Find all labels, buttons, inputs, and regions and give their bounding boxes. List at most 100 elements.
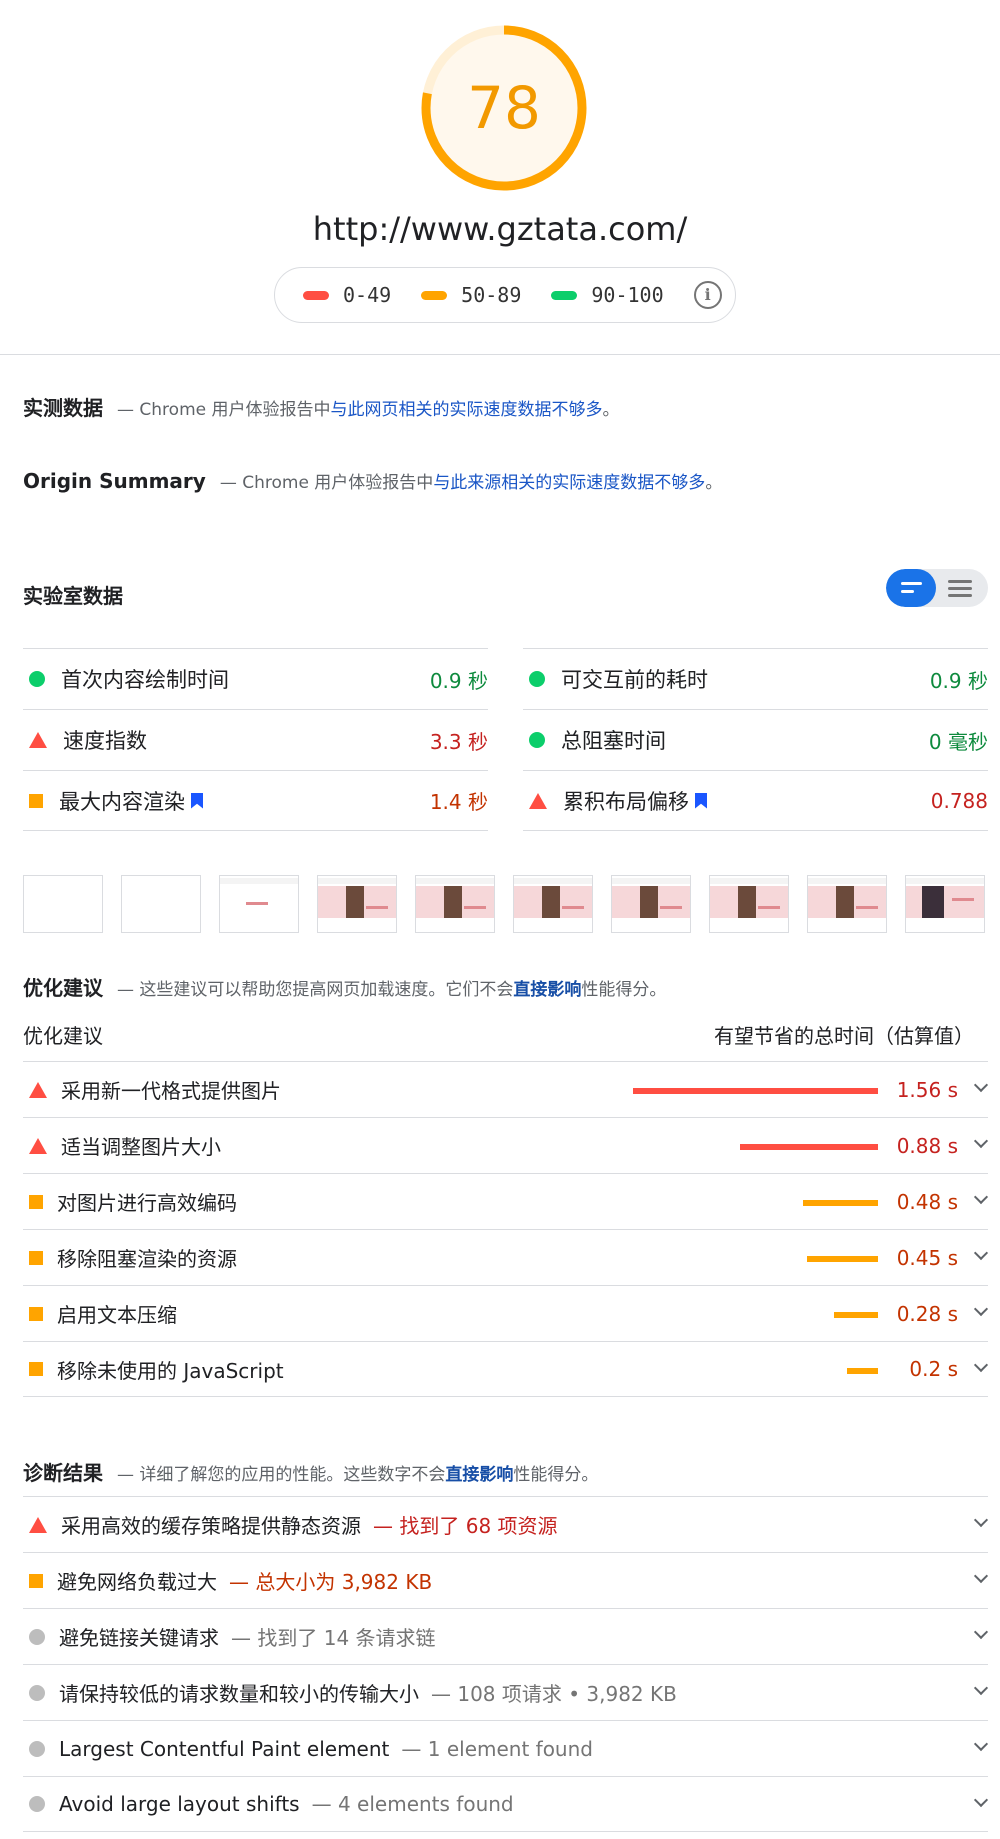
score-legend: 0-49 50-89 90-100 i: [274, 267, 736, 323]
metric-row: 最大内容渲染 1.4 秒: [23, 770, 488, 831]
toggle-detail-view[interactable]: [936, 569, 988, 607]
metric-label-wrap: 累积布局偏移: [563, 786, 931, 816]
legend-average-range: 50-89: [461, 283, 522, 307]
origin-summary-link[interactable]: 与此来源相关的实际速度数据不够多: [433, 473, 705, 493]
savings-bar: [834, 1312, 878, 1318]
bookmark-icon: [191, 792, 203, 809]
opportunity-row[interactable]: 移除阻塞渲染的资源 0.45 s: [23, 1229, 989, 1285]
origin-summary-heading: Origin Summary — Chrome 用户体验报告中与此来源相关的实际…: [23, 468, 722, 493]
diagnostic-row[interactable]: 采用高效的缓存策略提供静态资源 — 找到了 68 项资源: [23, 1496, 989, 1552]
metric-row: 可交互前的耗时 0.9 秒: [523, 648, 988, 709]
diagnostic-label: 避免链接关键请求: [59, 1626, 219, 1650]
chevron-down-icon[interactable]: [973, 1736, 989, 1752]
opportunities-desc: — 这些建议可以帮助您提高网页加载速度。它们不会直接影响性能得分。: [117, 975, 666, 1000]
diagnostic-row[interactable]: Avoid large layout shifts — 4 elements f…: [23, 1776, 989, 1832]
metrics-column-right: 可交互前的耗时 0.9 秒 总阻塞时间 0 毫秒 累积布局偏移 0.788: [523, 648, 988, 831]
pass-indicator-icon: [529, 671, 545, 687]
savings-bar: [633, 1088, 878, 1094]
opportunities-title: 优化建议: [23, 976, 103, 1000]
toggle-summary-view[interactable]: [886, 569, 936, 607]
metric-row: 总阻塞时间 0 毫秒: [523, 709, 988, 770]
metric-label: 最大内容渲染: [59, 789, 185, 814]
filmstrip-frame: [905, 875, 985, 933]
diagnostics-desc-suffix: 性能得分。: [513, 1465, 599, 1485]
diagnostics-link[interactable]: 直接影响: [445, 1465, 513, 1485]
pass-indicator-icon: [529, 732, 545, 748]
field-data-desc-suffix: 。: [602, 400, 620, 420]
diagnostic-label: 请保持较低的请求数量和较小的传输大小: [59, 1682, 419, 1706]
opportunities-desc-suffix: 性能得分。: [581, 980, 667, 1000]
bookmark-icon: [695, 792, 707, 809]
average-indicator-icon: [29, 1194, 43, 1209]
opportunity-row[interactable]: 采用新一代格式提供图片 1.56 s: [23, 1061, 989, 1117]
chevron-down-icon[interactable]: [973, 1680, 989, 1696]
metric-label: 速度指数: [63, 729, 147, 753]
fail-indicator-icon: [29, 1137, 47, 1154]
diagnostic-detail: — 108 项请求 • 3,982 KB: [431, 1682, 677, 1706]
origin-summary-title: Origin Summary: [23, 469, 206, 493]
info-indicator-icon: [29, 1628, 45, 1645]
savings-bar: [802, 1200, 878, 1206]
field-data-title: 实测数据: [23, 396, 103, 420]
diagnostic-row[interactable]: 请保持较低的请求数量和较小的传输大小 — 108 项请求 • 3,982 KB: [23, 1664, 989, 1720]
chevron-down-icon[interactable]: [973, 1624, 989, 1640]
chevron-down-icon[interactable]: [973, 1568, 989, 1584]
diagnostic-detail: — 4 elements found: [311, 1792, 514, 1816]
filmstrip-frame: [709, 875, 789, 933]
info-indicator-icon: [29, 1796, 45, 1812]
opportunity-row[interactable]: 对图片进行高效编码 0.48 s: [23, 1173, 989, 1229]
opportunity-savings: 0.28 s: [896, 1301, 958, 1326]
pass-indicator-icon: [29, 671, 45, 687]
field-data-link[interactable]: 与此网页相关的实际速度数据不够多: [331, 400, 603, 420]
opportunity-row[interactable]: 移除未使用的 JavaScript 0.2 s: [23, 1341, 989, 1397]
fail-indicator-icon: [29, 1516, 47, 1533]
filmstrip-frame: [611, 875, 691, 933]
diagnostic-detail: — 找到了 68 项资源: [373, 1514, 558, 1538]
diagnostic-detail: — 找到了 14 条请求链: [231, 1626, 436, 1650]
opportunities-link[interactable]: 直接影响: [513, 980, 581, 1000]
info-icon[interactable]: i: [693, 281, 722, 309]
diagnostic-label: Avoid large layout shifts: [59, 1792, 300, 1816]
diagnostic-row[interactable]: 避免网络负载过大 — 总大小为 3,982 KB: [23, 1552, 989, 1608]
diagnostics-desc-prefix: — 详细了解您的应用的性能。这些数字不会: [117, 1465, 446, 1485]
diagnostic-row[interactable]: 避免链接关键请求 — 找到了 14 条请求链: [23, 1608, 989, 1664]
metrics-view-toggle[interactable]: [886, 569, 988, 607]
average-indicator-icon: [29, 1573, 43, 1588]
field-data-desc-prefix: — Chrome 用户体验报告中: [117, 400, 331, 420]
fail-indicator-icon: [529, 792, 547, 809]
filmstrip-frame: [807, 875, 887, 933]
savings-bar: [807, 1256, 878, 1262]
chevron-down-icon[interactable]: [973, 1512, 989, 1528]
info-indicator-icon: [29, 1684, 45, 1701]
diagnostic-label: Largest Contentful Paint element: [59, 1736, 390, 1761]
field-data-desc: — Chrome 用户体验报告中与此网页相关的实际速度数据不够多。: [117, 395, 620, 420]
metric-label: 累积布局偏移: [563, 789, 689, 814]
opportunity-row[interactable]: 启用文本压缩 0.28 s: [23, 1285, 989, 1341]
legend-fail-range: 0-49: [343, 283, 392, 307]
diagnostic-row[interactable]: Largest Contentful Paint element — 1 ele…: [23, 1720, 989, 1776]
opportunities-list: 采用新一代格式提供图片 1.56 s 适当调整图片大小 0.88 s 对图片进行…: [23, 1061, 989, 1397]
metric-label: 可交互前的耗时: [561, 668, 708, 692]
metric-label-wrap: 最大内容渲染: [59, 786, 430, 816]
legend-fail-swatch: [303, 290, 329, 300]
opportunity-savings: 0.48 s: [896, 1189, 958, 1214]
opportunity-row[interactable]: 适当调整图片大小 0.88 s: [23, 1117, 989, 1173]
origin-summary-desc: — Chrome 用户体验报告中与此来源相关的实际速度数据不够多。: [220, 468, 723, 493]
filmstrip-frame: [219, 875, 299, 933]
lab-data-title: 实验室数据: [23, 584, 123, 608]
opportunity-savings: 0.2 s: [909, 1357, 958, 1381]
metric-value: 0 毫秒: [928, 729, 988, 754]
filmstrip: [23, 875, 988, 933]
chevron-down-icon[interactable]: [973, 1792, 989, 1808]
diagnostics-list: 采用高效的缓存策略提供静态资源 — 找到了 68 项资源 避免网络负载过大 — …: [23, 1496, 989, 1832]
fail-indicator-icon: [29, 1081, 47, 1098]
score-gauge: 78: [418, 22, 590, 194]
metric-value: 0.788: [930, 788, 988, 813]
metric-row: 速度指数 3.3 秒: [23, 709, 488, 770]
filmstrip-frame: [121, 875, 201, 933]
savings-bar: [739, 1144, 878, 1150]
filmstrip-frame: [513, 875, 593, 933]
average-indicator-icon: [29, 793, 43, 808]
metric-label: 首次内容绘制时间: [61, 668, 229, 692]
diagnostics-heading: 诊断结果 — 详细了解您的应用的性能。这些数字不会直接影响性能得分。: [23, 1457, 598, 1486]
